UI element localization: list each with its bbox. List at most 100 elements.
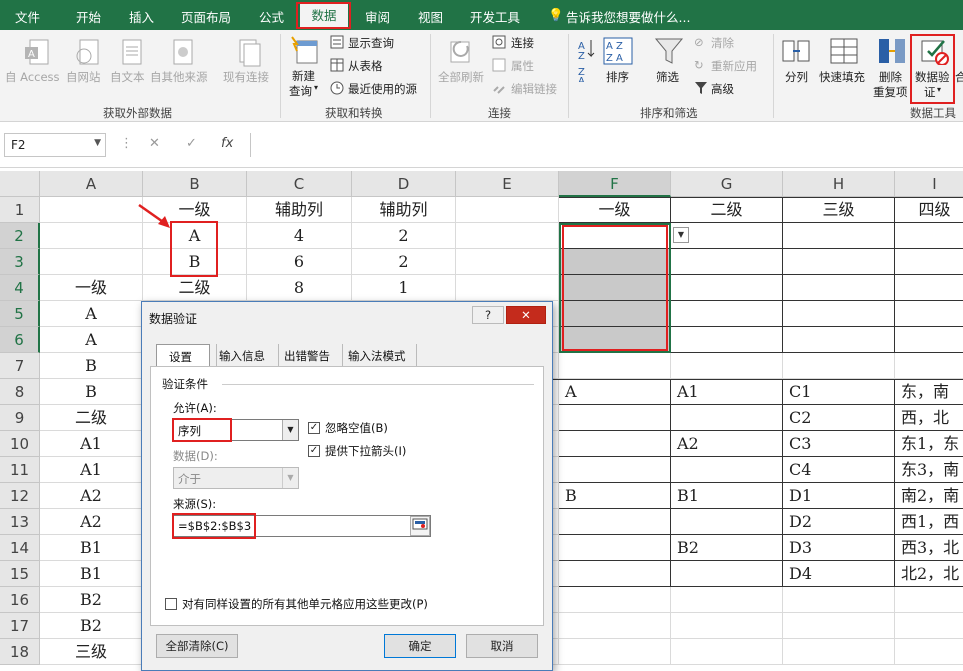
properties-button[interactable]: 属性 [511,58,534,74]
ignore-blank-checkbox[interactable]: ✓ [308,422,320,434]
cell-i6[interactable] [895,327,963,353]
cell-a6[interactable]: A [40,327,143,353]
cell-i10[interactable]: 东1，东 [895,431,963,457]
cell-g3[interactable] [671,249,783,275]
clear-all-button[interactable]: 全部清除(C) [156,634,238,658]
row-header-14[interactable]: 14 [0,535,40,561]
cell-b4[interactable]: 二级 [143,275,247,301]
row-header-3[interactable]: 3 [0,249,40,275]
column-header-h[interactable]: H [783,171,895,197]
cell-h1[interactable]: 三级 [783,197,895,223]
column-header-i[interactable]: I [895,171,963,197]
cell-f1[interactable]: 一级 [559,197,671,223]
cell-a17[interactable]: B2 [40,613,143,639]
cell-d3[interactable]: 2 [352,249,456,275]
row-header-15[interactable]: 15 [0,561,40,587]
cell-i17[interactable] [895,613,963,639]
cell-f18[interactable] [559,639,671,665]
cell-g6[interactable] [671,327,783,353]
cell-a9[interactable]: 二级 [40,405,143,431]
cell-b1[interactable]: 一级 [143,197,247,223]
row-header-8[interactable]: 8 [0,379,40,405]
cell-c3[interactable]: 6 [247,249,352,275]
cell-d4[interactable]: 1 [352,275,456,301]
cell-f7[interactable] [559,353,671,379]
cell-i14[interactable]: 西3，北 [895,535,963,561]
cell-g12[interactable]: B1 [671,483,783,509]
show-queries-button[interactable]: 显示查询 [348,35,394,51]
recent-sources-button[interactable]: 最近使用的源 [348,81,417,97]
flash-fill-button[interactable]: 快速填充 [819,69,865,85]
cell-h7[interactable] [783,353,895,379]
from-table-button[interactable]: 从表格 [348,58,383,74]
tell-me-box[interactable]: 告诉我您想要做什么... [566,7,690,26]
column-header-a[interactable]: A [40,171,143,197]
cell-h14[interactable]: D3 [783,535,895,561]
tab-file[interactable]: 文件 [15,7,40,26]
cell-h17[interactable] [783,613,895,639]
enter-entry-icon[interactable]: ✓ [186,136,197,151]
apply-all-checkbox[interactable] [165,598,177,610]
cell-h2[interactable] [783,223,895,249]
cell-f8[interactable]: A [559,379,671,405]
from-other-sources-button[interactable]: 自其他来源 [150,69,208,85]
cell-i15[interactable]: 北2，北 [895,561,963,587]
cell-g8[interactable]: A1 [671,379,783,405]
refresh-all-button[interactable]: 全部刷新 [438,69,484,85]
cell-a4[interactable]: 一级 [40,275,143,301]
cell-a10[interactable]: A1 [40,431,143,457]
column-header-c[interactable]: C [247,171,352,197]
cancel-button[interactable]: 取消 [466,634,538,658]
cell-h4[interactable] [783,275,895,301]
row-header-4[interactable]: 4 [0,275,40,301]
cell-h6[interactable] [783,327,895,353]
cell-e4[interactable] [456,275,559,301]
filter-button[interactable]: 筛选 [656,69,679,85]
cell-h18[interactable] [783,639,895,665]
cell-g9[interactable] [671,405,783,431]
cell-g16[interactable] [671,587,783,613]
cell-dropdown-button[interactable]: ▼ [673,227,689,243]
cell-h5[interactable] [783,301,895,327]
row-header-1[interactable]: 1 [0,197,40,223]
cancel-entry-icon[interactable]: ✕ [149,136,160,151]
tab-view[interactable]: 视图 [418,7,443,26]
cell-f9[interactable] [559,405,671,431]
cell-i12[interactable]: 南2，南 [895,483,963,509]
cell-a5[interactable]: A [40,301,143,327]
row-header-5[interactable]: 5 [0,301,40,327]
row-header-6[interactable]: 6 [0,327,40,353]
cell-e3[interactable] [456,249,559,275]
cell-a18[interactable]: 三级 [40,639,143,665]
cell-h12[interactable]: D1 [783,483,895,509]
from-web-button[interactable]: 自网站 [66,69,101,85]
existing-connections-button[interactable]: 现有连接 [223,69,269,85]
tab-settings[interactable]: 设置 [156,344,210,366]
column-header-b[interactable]: B [143,171,247,197]
consolidate-button[interactable]: 合 [955,69,963,85]
tab-ime-mode[interactable]: 输入法模式 [348,348,406,364]
cell-g14[interactable]: B2 [671,535,783,561]
cell-i18[interactable] [895,639,963,665]
in-cell-dropdown-checkbox[interactable]: ✓ [308,445,320,457]
collapse-dialog-button[interactable] [410,516,430,536]
row-header-11[interactable]: 11 [0,457,40,483]
cell-a13[interactable]: A2 [40,509,143,535]
cell-g17[interactable] [671,613,783,639]
cell-i8[interactable]: 东，南 [895,379,963,405]
cell-f12[interactable]: B [559,483,671,509]
tab-review[interactable]: 审阅 [365,7,390,26]
tab-developer[interactable]: 开发工具 [470,7,520,26]
remove-duplicates-button[interactable]: 删除 [879,69,902,85]
row-header-12[interactable]: 12 [0,483,40,509]
cell-a16[interactable]: B2 [40,587,143,613]
new-query-button[interactable]: 新建 [292,68,315,84]
cell-f15[interactable] [559,561,671,587]
column-header-e[interactable]: E [456,171,559,197]
column-header-d[interactable]: D [352,171,456,197]
from-text-button[interactable]: 自文本 [110,69,145,85]
row-header-10[interactable]: 10 [0,431,40,457]
cell-h8[interactable]: C1 [783,379,895,405]
cell-f11[interactable] [559,457,671,483]
cell-d2[interactable]: 2 [352,223,456,249]
